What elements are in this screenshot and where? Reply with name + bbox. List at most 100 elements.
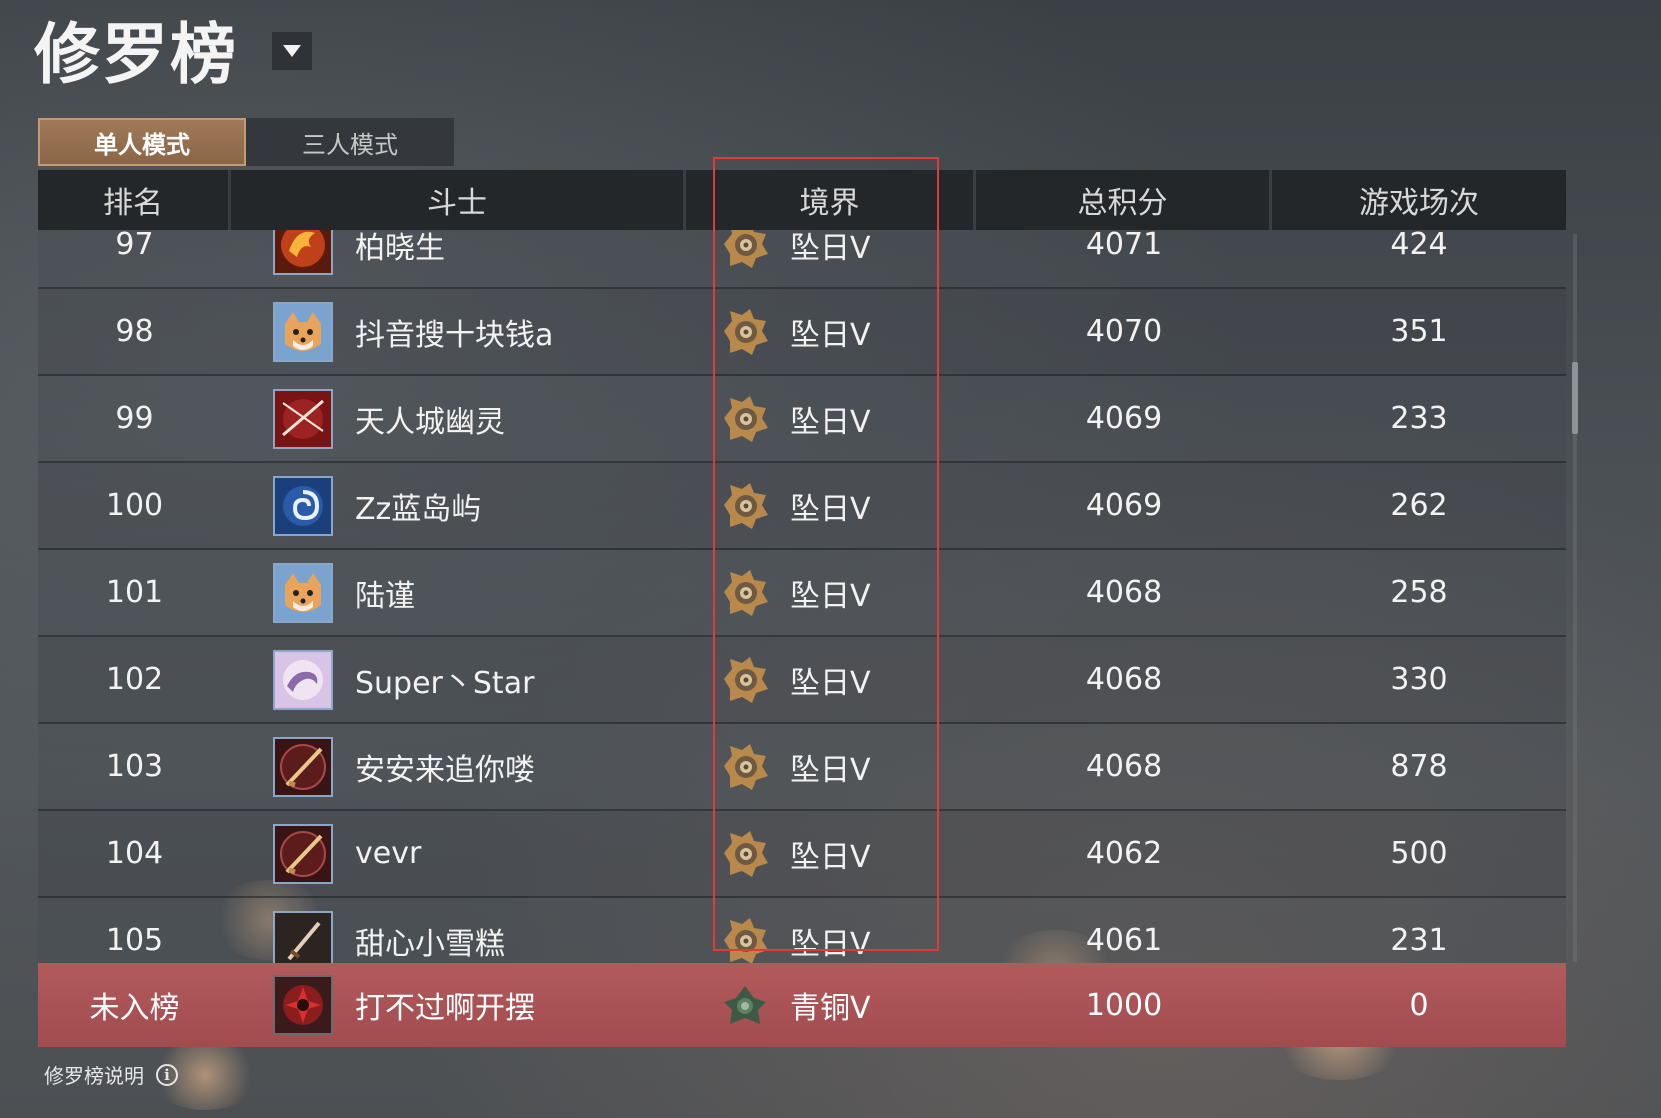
row-fighter: 抖音搜十块钱a [231,289,686,374]
header-games: 游戏场次 [1359,186,1479,221]
page-title: 修罗榜 [34,16,238,93]
dagger-avatar[interactable] [273,910,333,971]
my-realm-label: 青铜Ⅴ [790,991,871,1026]
scrollbar-track[interactable] [1573,234,1577,962]
table-row[interactable]: 101 陆谨 坠日Ⅴ 4068 258 [38,550,1566,637]
info-icon: i [156,1063,178,1086]
row-fighter: 甜心小雪糕 [231,898,686,972]
row-fighter-name[interactable]: 天人城幽灵 [355,397,505,441]
table-row[interactable]: 99 天人城幽灵 坠日Ⅴ 4069 233 [38,376,1566,463]
row-games: 231 [1390,923,1448,958]
row-games: 878 [1390,749,1448,784]
row-fighter-name[interactable]: 柏晓生 [355,230,445,267]
sun-rank-badge-icon [724,830,768,877]
row-fighter-name[interactable]: 甜心小雪糕 [355,919,505,963]
row-rank: 99 [115,401,154,436]
row-score: 4070 [1085,314,1163,349]
row-fighter-name[interactable]: Zz蓝岛屿 [355,484,481,528]
sun-rank-badge-icon [724,569,768,616]
row-realm-label: 坠日Ⅴ [790,752,871,788]
row-realm: 坠日Ⅴ [686,230,976,287]
row-rank: 98 [115,314,154,349]
row-rank: 105 [105,923,164,958]
row-realm: 坠日Ⅴ [686,289,976,374]
musket-avatar[interactable] [273,736,333,797]
row-score: 4061 [1085,923,1163,958]
sun-rank-badge-icon [724,917,768,964]
row-games: 262 [1390,488,1448,523]
leaderboard-dropdown-button[interactable] [272,32,312,70]
tab-trio-mode[interactable]: 三人模式 [246,118,454,166]
row-realm-label: 坠日Ⅴ [790,404,871,440]
my-games: 0 [1409,987,1429,1023]
row-fighter-name[interactable]: 陆谨 [355,571,415,615]
table-row[interactable]: 98 抖音搜十块钱a 坠日Ⅴ 4070 351 [38,289,1566,376]
header-fighter: 斗士 [231,170,686,230]
caret-down-icon [283,45,301,57]
row-fighter-name[interactable]: 安安来追你喽 [355,745,535,789]
table-row[interactable]: 100 Zz蓝岛屿 坠日Ⅴ 4069 262 [38,463,1566,550]
row-games: 500 [1390,836,1448,871]
leaderboard-info-label: 修罗榜说明 [44,1064,144,1088]
row-realm: 坠日Ⅴ [686,550,976,635]
row-realm-label: 坠日Ⅴ [790,665,871,701]
row-score: 4068 [1085,749,1163,784]
table-row[interactable]: 105 甜心小雪糕 坠日Ⅴ 4061 231 [38,898,1566,972]
table-row[interactable]: 104 vevr 坠日Ⅴ 4062 500 [38,811,1566,898]
sun-rank-badge-icon [724,743,768,790]
row-fighter: vevr [231,811,686,896]
row-games: 424 [1390,230,1448,262]
row-rank: 103 [105,749,164,784]
leaderboard-info-link[interactable]: 修罗榜说明 i [44,1060,178,1089]
leaderboard-table: 排名 斗士 境界 总积分 游戏场次 97 柏晓生 坠日Ⅴ 4071 424 98 抖音搜十块… [38,170,1566,972]
header-realm: 境界 [686,170,976,230]
scrollbar-thumb[interactable] [1572,362,1578,434]
my-fighter-name: 打不过啊开摆 [355,991,535,1026]
row-score: 4062 [1085,836,1163,871]
row-realm: 坠日Ⅴ [686,463,976,548]
row-realm-label: 坠日Ⅴ [790,317,871,353]
row-realm: 坠日Ⅴ [686,637,976,722]
row-realm: 坠日Ⅴ [686,724,976,809]
my-rank: 未入榜 [89,991,180,1026]
shiba-avatar[interactable] [273,301,333,362]
row-realm-label: 坠日Ⅴ [790,839,871,875]
table-row[interactable]: 97 柏晓生 坠日Ⅴ 4071 424 [38,230,1566,289]
musket-avatar[interactable] [273,823,333,884]
dragon-moon-avatar[interactable] [273,649,333,710]
row-games: 330 [1390,662,1448,697]
header-rank: 排名 [38,170,231,230]
row-fighter: 安安来追你喽 [231,724,686,809]
row-fighter: 陆谨 [231,550,686,635]
row-score: 4068 [1085,662,1163,697]
swirl-avatar[interactable] [273,475,333,536]
row-rank: 101 [105,575,164,610]
table-row[interactable]: 103 安安来追你喽 坠日Ⅴ 4068 878 [38,724,1566,811]
tab-solo-mode[interactable]: 单人模式 [38,118,246,166]
row-fighter-name[interactable]: Super丶Star [355,658,534,702]
row-realm: 坠日Ⅴ [686,376,976,461]
table-row[interactable]: 102 Super丶Star 坠日Ⅴ 4068 330 [38,637,1566,724]
row-score: 4071 [1085,230,1163,262]
dragon-avatar[interactable] [273,230,333,275]
row-realm-label: 坠日Ⅴ [790,491,871,527]
row-fighter: Zz蓝岛屿 [231,463,686,548]
table-body[interactable]: 97 柏晓生 坠日Ⅴ 4071 424 98 抖音搜十块钱a 坠日Ⅴ 4070 351 99 天人城幽… [38,230,1566,972]
row-games: 233 [1390,401,1448,436]
crossed-blades-avatar[interactable] [273,388,333,449]
row-games: 258 [1390,575,1448,610]
sun-rank-badge-icon [724,230,768,268]
row-fighter-name[interactable]: vevr [355,836,421,871]
my-realm: 青铜Ⅴ [686,963,976,1047]
row-fighter-name[interactable]: 抖音搜十块钱a [355,310,553,354]
row-realm: 坠日Ⅴ [686,811,976,896]
my-rank-row[interactable]: 未入榜 打不过啊开摆 青铜Ⅴ 1000 0 [38,963,1566,1047]
row-realm-label: 坠日Ⅴ [790,926,871,962]
row-rank: 97 [115,230,154,262]
row-realm-label: 坠日Ⅴ [790,578,871,614]
red-emblem-avatar [273,975,333,1035]
table-header: 排名 斗士 境界 总积分 游戏场次 [38,170,1566,230]
sun-rank-badge-icon [724,308,768,355]
row-realm: 坠日Ⅴ [686,898,976,972]
shiba-avatar[interactable] [273,562,333,623]
